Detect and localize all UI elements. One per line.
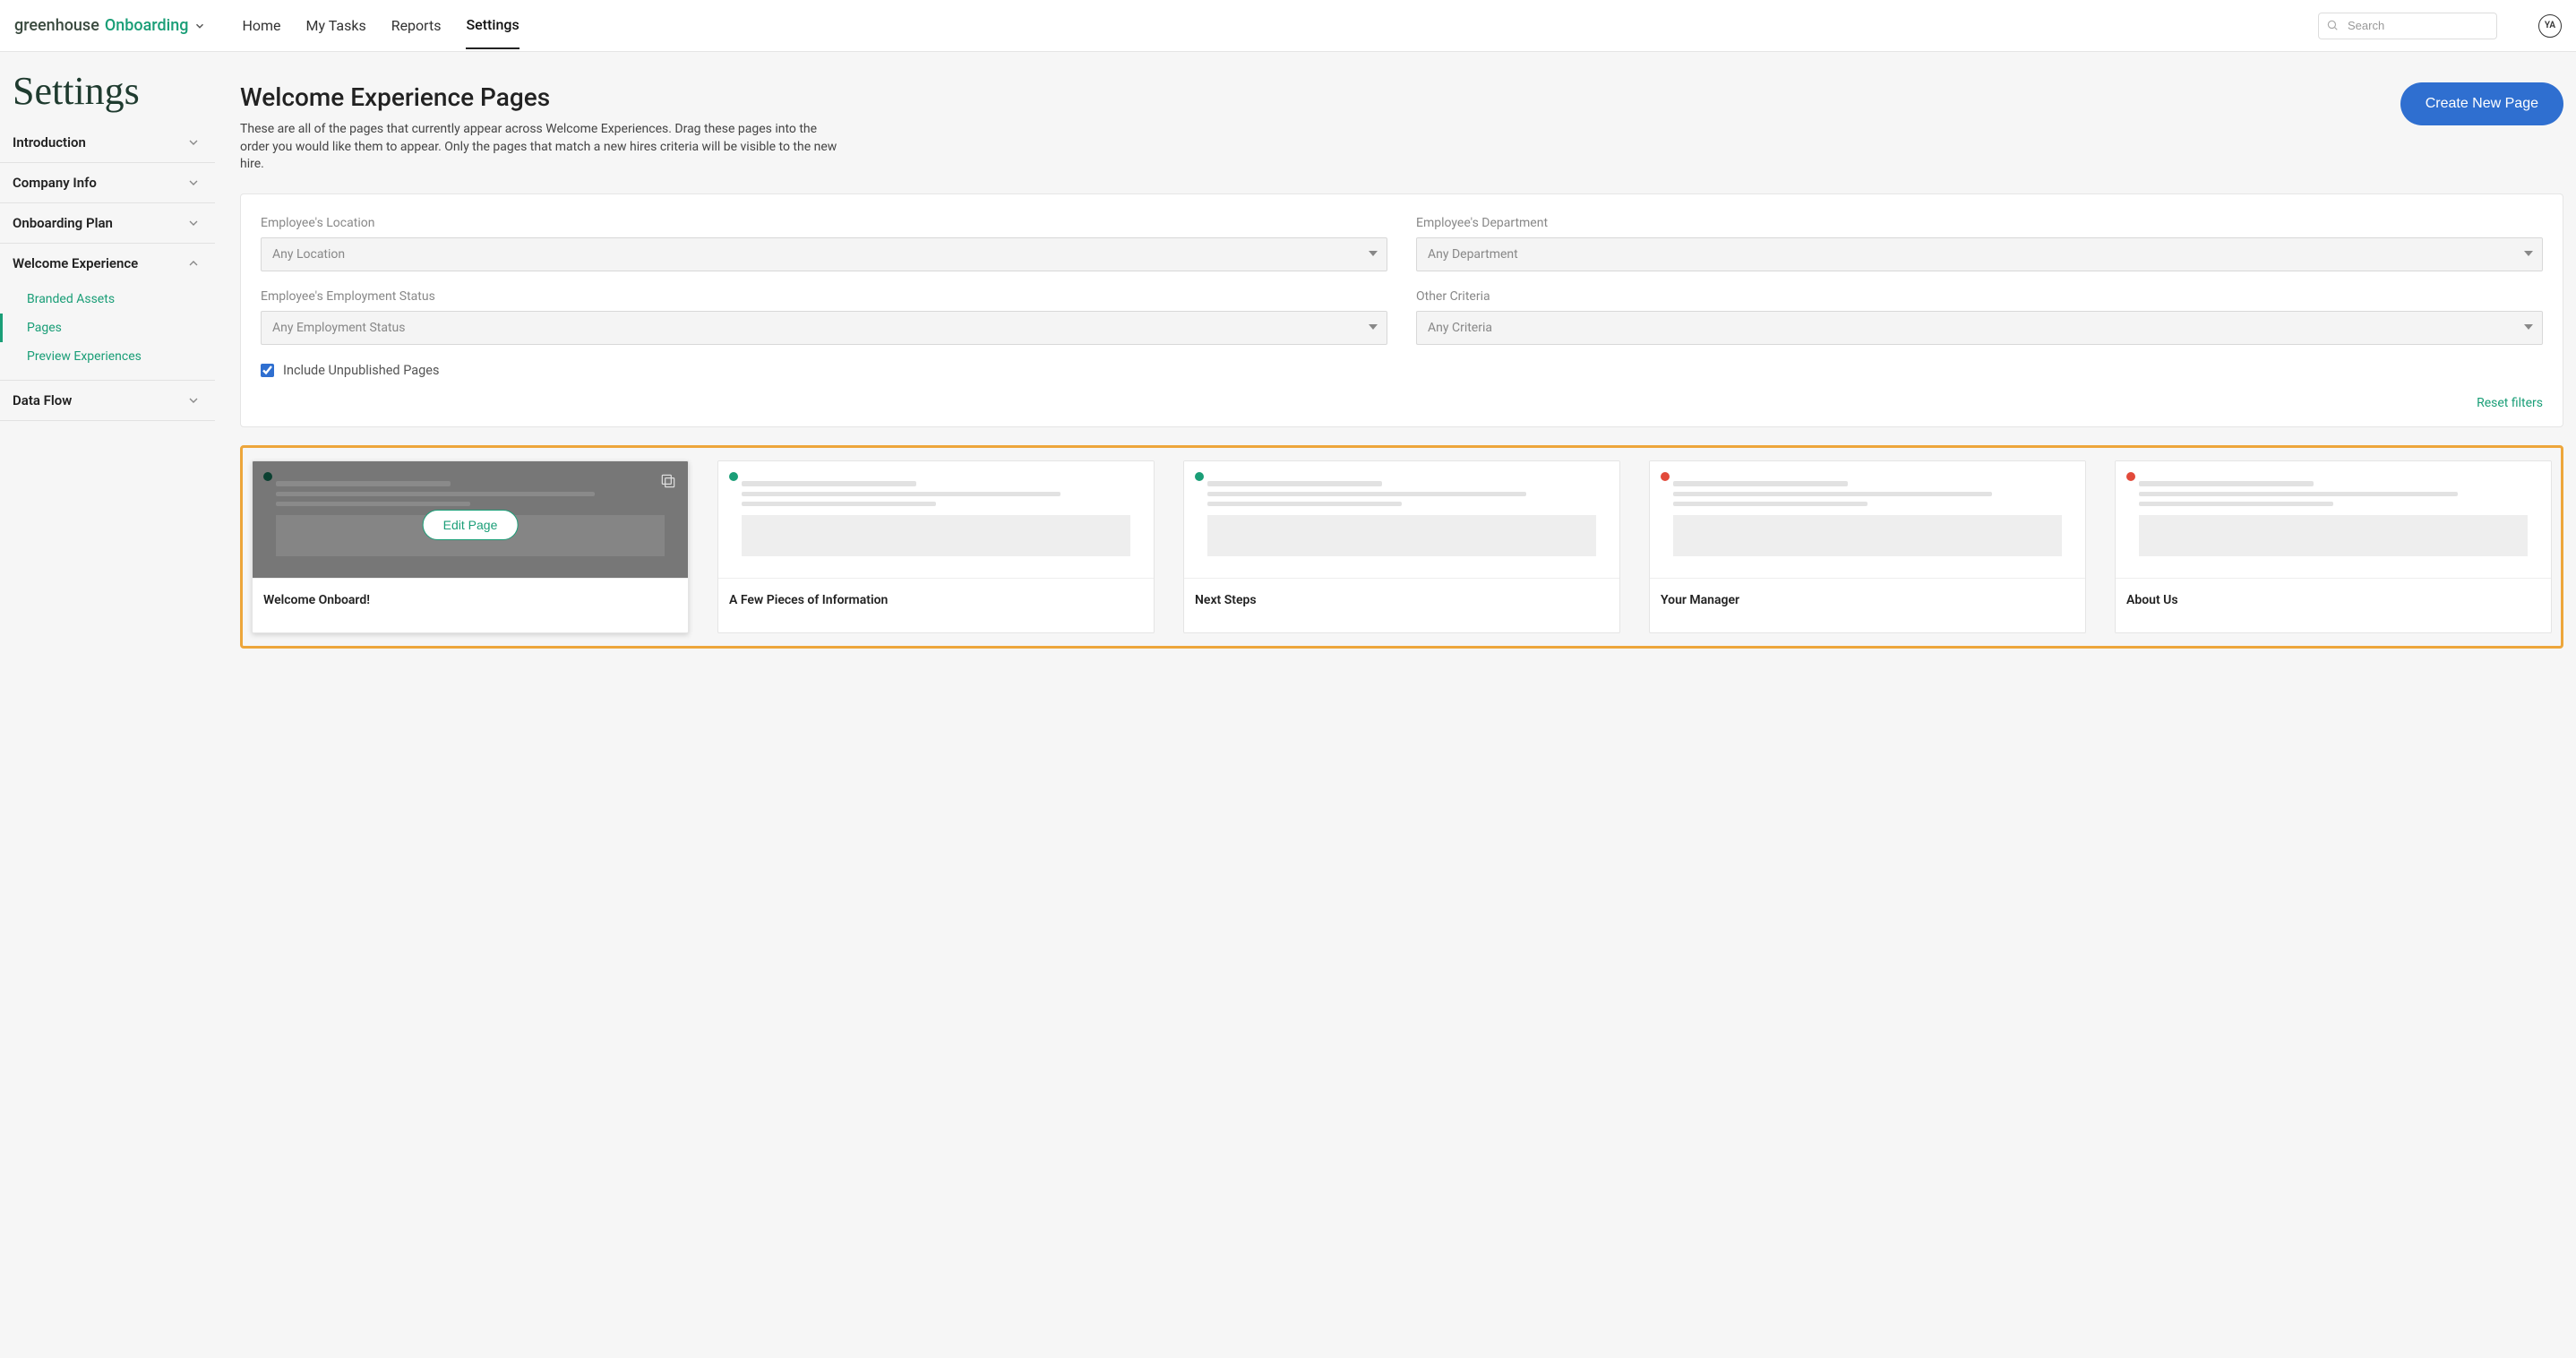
sidebar-section-data-flow[interactable]: Data Flow: [0, 381, 215, 420]
sidebar-section-label: Data Flow: [13, 392, 72, 408]
sidebar-section-label: Introduction: [13, 134, 86, 150]
nav-home[interactable]: Home: [242, 3, 280, 48]
filter-employment-status-select[interactable]: Any Employment Status: [261, 311, 1387, 345]
include-unpublished-row[interactable]: Include Unpublished Pages: [261, 363, 2543, 378]
filter-location-label: Employee's Location: [261, 216, 1387, 230]
filter-employment-status-label: Employee's Employment Status: [261, 289, 1387, 304]
duplicate-icon[interactable]: [659, 472, 677, 490]
page-card-title: Next Steps: [1184, 578, 1619, 632]
status-dot-icon: [2126, 472, 2135, 481]
chevron-up-icon: [186, 256, 201, 271]
filter-department-select[interactable]: Any Department: [1416, 237, 2543, 271]
page-card[interactable]: Next Steps: [1183, 460, 1620, 633]
filter-location-value: Any Location: [272, 247, 345, 262]
chevron-down-icon: [186, 135, 201, 150]
page-card[interactable]: Your Manager: [1649, 460, 2086, 633]
sidebar-item-preview-experiences[interactable]: Preview Experiences: [0, 342, 215, 371]
page-card-title: Welcome Onboard!: [253, 578, 688, 632]
reset-filters-link[interactable]: Reset filters: [2477, 396, 2543, 410]
pages-grid: Edit Page Welcome Onboard! A Few Pieces …: [252, 460, 2552, 633]
create-new-page-button[interactable]: Create New Page: [2400, 82, 2563, 125]
filter-other-criteria-value: Any Criteria: [1428, 321, 1492, 335]
sidebar-section-label: Company Info: [13, 175, 97, 191]
page-card[interactable]: About Us: [2115, 460, 2552, 633]
status-dot-icon: [729, 472, 738, 481]
sidebar-section-label: Onboarding Plan: [13, 215, 113, 231]
filter-department-value: Any Department: [1428, 247, 1518, 262]
include-unpublished-checkbox[interactable]: [261, 364, 274, 377]
brand-switcher-icon[interactable]: [193, 20, 206, 32]
status-dot-icon: [1195, 472, 1204, 481]
filter-other-criteria-select[interactable]: Any Criteria: [1416, 311, 2543, 345]
top-nav: greenhouse Onboarding Home My Tasks Repo…: [0, 0, 2576, 52]
chevron-down-icon: [186, 393, 201, 408]
sidebar-section-introduction[interactable]: Introduction: [0, 123, 215, 162]
edit-page-button[interactable]: Edit Page: [423, 510, 519, 540]
filters-panel: Employee's Location Any Location Employe…: [240, 193, 2563, 427]
sidebar: Settings Introduction Company Info Onboa…: [0, 52, 215, 1358]
nav-links: Home My Tasks Reports Settings: [242, 2, 519, 49]
page-card-title: A Few Pieces of Information: [718, 578, 1154, 632]
page-title: Settings: [0, 61, 215, 123]
search-icon: [2326, 19, 2339, 31]
page-card-title: About Us: [2116, 578, 2551, 632]
brand-part2: Onboarding: [105, 16, 189, 35]
dropdown-icon: [2524, 251, 2533, 256]
pages-grid-highlight: Edit Page Welcome Onboard! A Few Pieces …: [240, 445, 2563, 649]
chevron-down-icon: [186, 176, 201, 190]
nav-settings[interactable]: Settings: [466, 2, 519, 49]
dropdown-icon: [2524, 324, 2533, 330]
sidebar-item-pages[interactable]: Pages: [0, 314, 215, 342]
page-card[interactable]: Edit Page Welcome Onboard!: [252, 460, 689, 633]
dropdown-icon: [1369, 324, 1378, 330]
page-card-title: Your Manager: [1650, 578, 2085, 632]
sidebar-item-branded-assets[interactable]: Branded Assets: [0, 285, 215, 314]
search-box: [2318, 13, 2497, 39]
include-unpublished-label: Include Unpublished Pages: [283, 363, 439, 378]
filter-other-criteria-label: Other Criteria: [1416, 289, 2543, 304]
page-card[interactable]: A Few Pieces of Information: [717, 460, 1155, 633]
status-dot-icon: [1661, 472, 1670, 481]
filter-department-label: Employee's Department: [1416, 216, 2543, 230]
main-title: Welcome Experience Pages: [240, 82, 849, 112]
filter-employment-status-value: Any Employment Status: [272, 321, 405, 335]
search-input[interactable]: [2318, 13, 2497, 39]
sidebar-section-onboarding-plan[interactable]: Onboarding Plan: [0, 203, 215, 243]
sidebar-section-label: Welcome Experience: [13, 255, 138, 271]
sidebar-section-company-info[interactable]: Company Info: [0, 163, 215, 202]
nav-reports[interactable]: Reports: [391, 3, 442, 48]
chevron-down-icon: [186, 216, 201, 230]
nav-my-tasks[interactable]: My Tasks: [306, 3, 366, 48]
status-dot-icon: [263, 472, 272, 481]
filter-location-select[interactable]: Any Location: [261, 237, 1387, 271]
sidebar-section-welcome-experience[interactable]: Welcome Experience: [0, 244, 215, 283]
brand-part1: greenhouse: [14, 16, 99, 35]
main-content: Welcome Experience Pages These are all o…: [215, 52, 2576, 1358]
dropdown-icon: [1369, 251, 1378, 256]
avatar[interactable]: YA: [2538, 14, 2562, 38]
main-description: These are all of the pages that currentl…: [240, 121, 849, 174]
brand[interactable]: greenhouse Onboarding: [14, 16, 206, 35]
